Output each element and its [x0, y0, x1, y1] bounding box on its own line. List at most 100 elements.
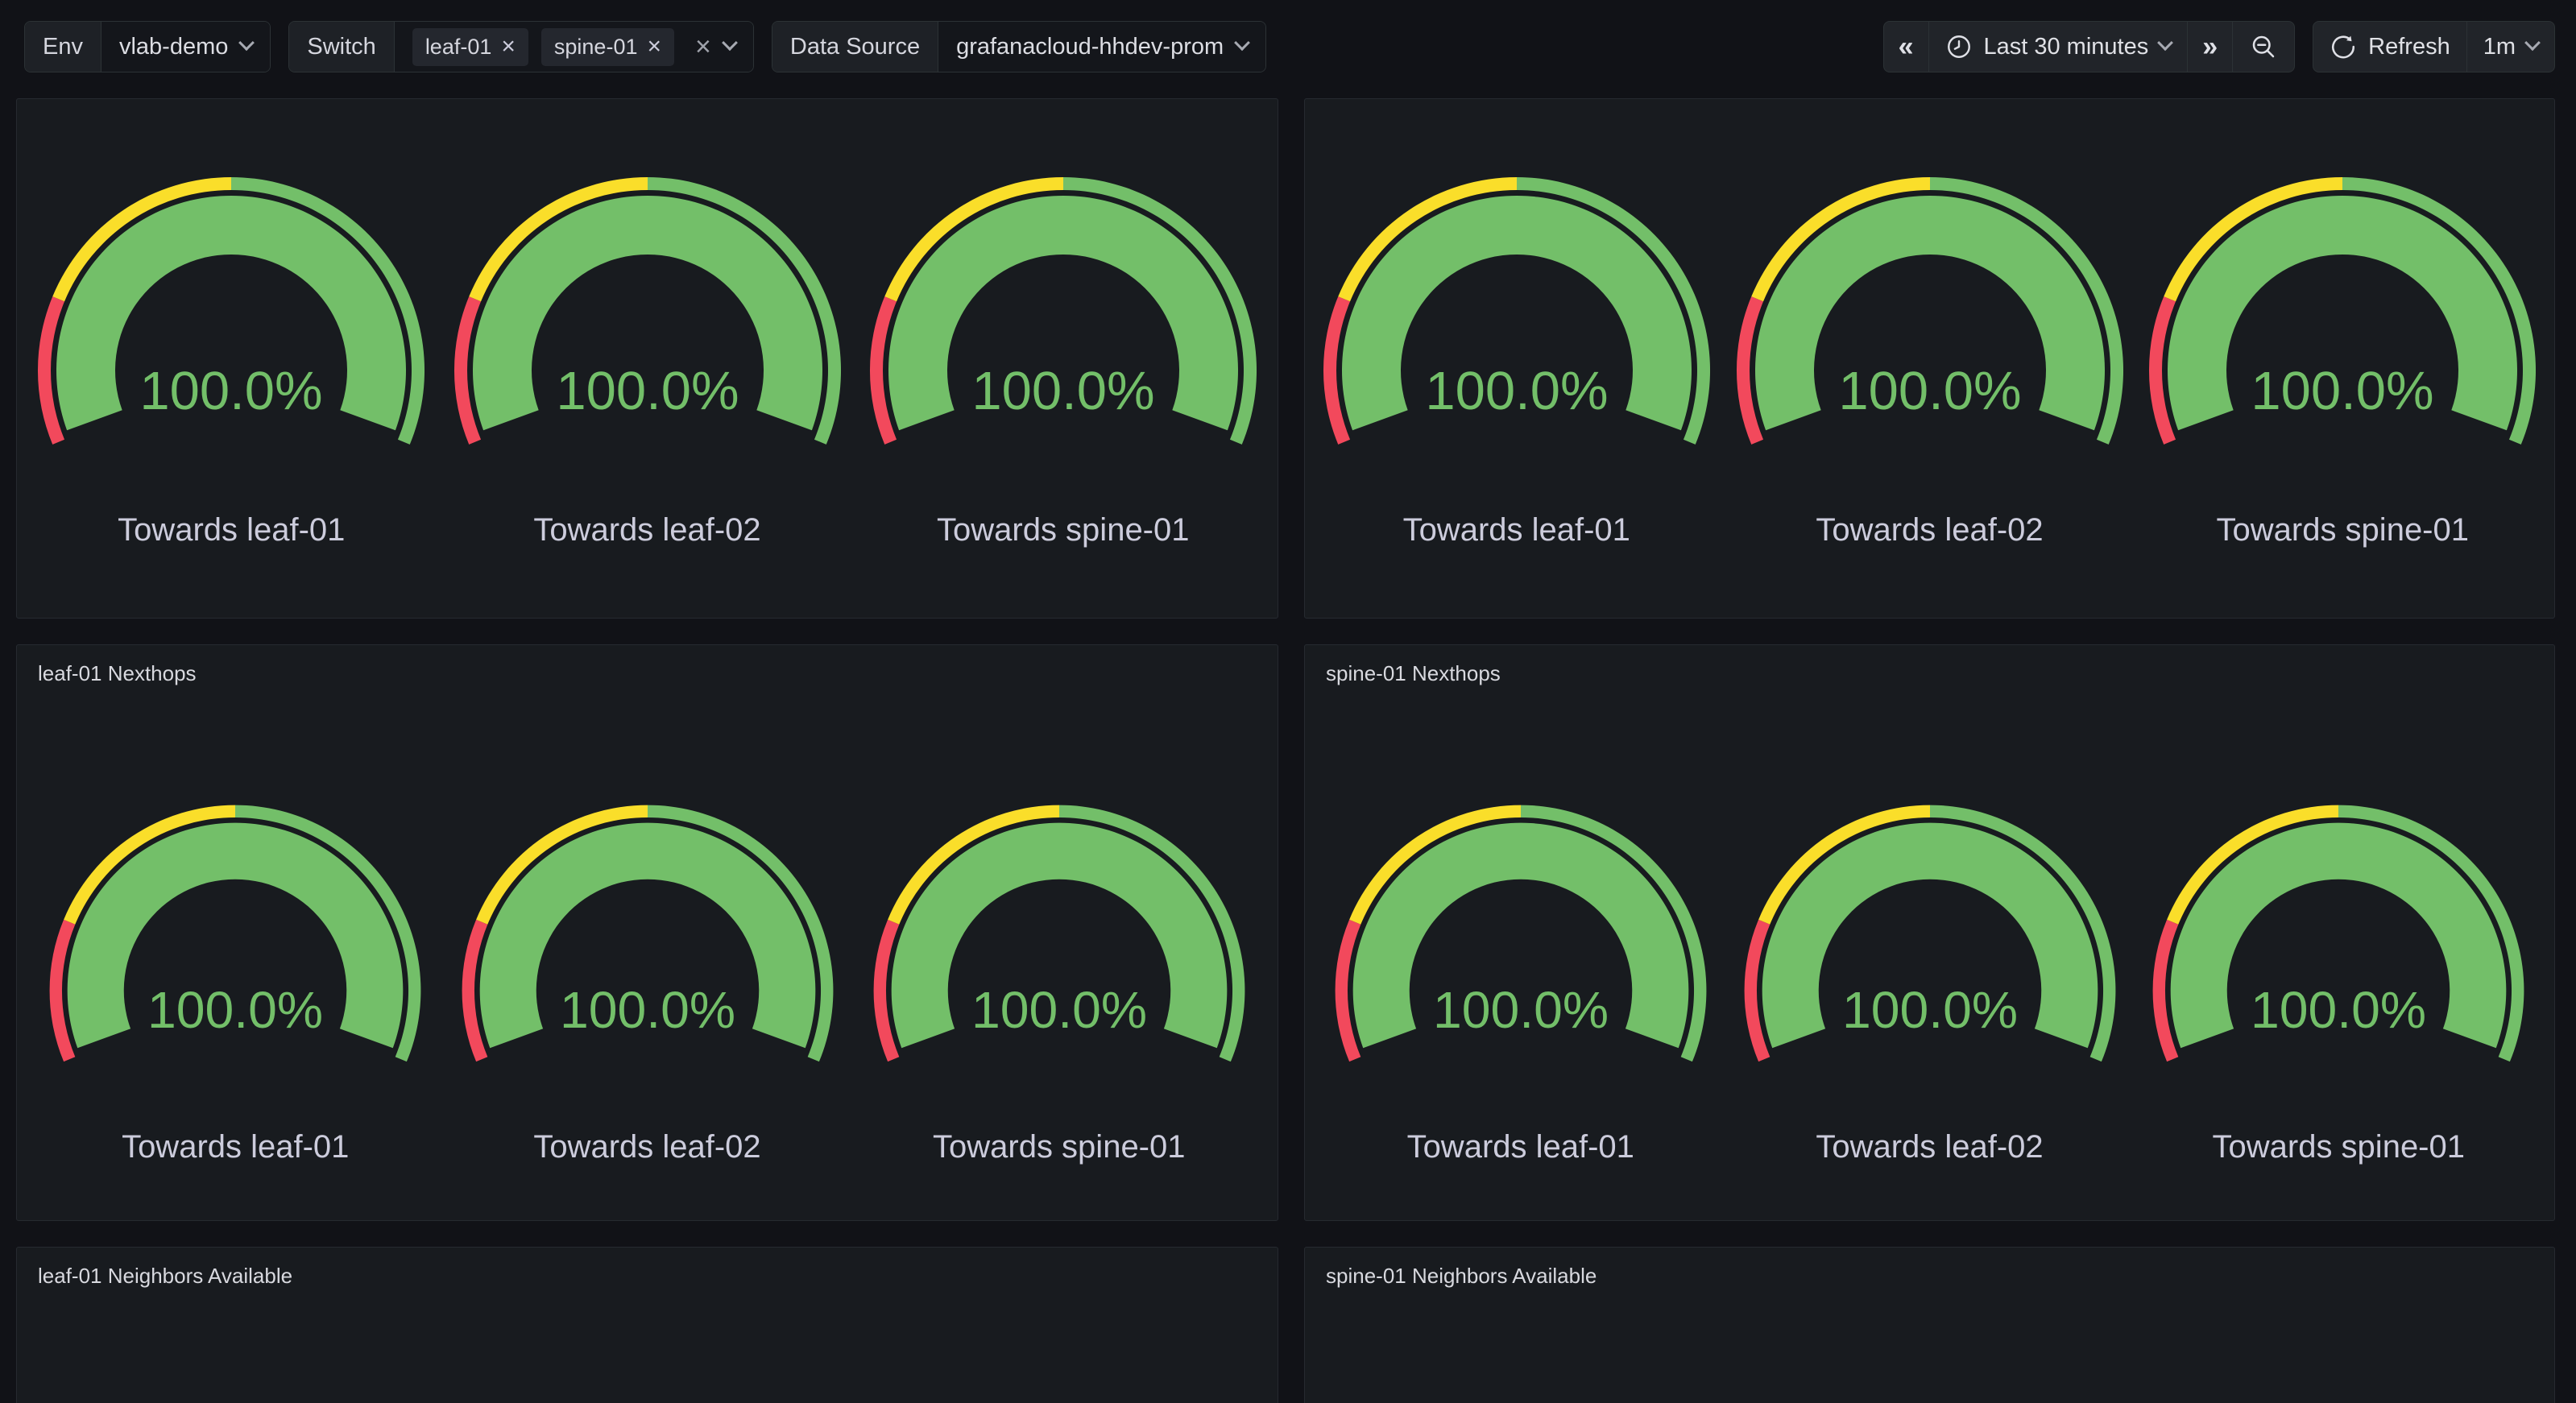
gauge-label: Towards leaf-01	[1407, 1129, 1634, 1165]
zoom-out-icon	[2249, 32, 2278, 61]
switch-tag-spine-01[interactable]: spine-01 ×	[541, 28, 674, 66]
gauge-arc: 100.0%	[1729, 169, 2131, 451]
gauge-label: Towards leaf-02	[1816, 1129, 2043, 1165]
gauge-value: 100.0%	[140, 361, 323, 421]
chevron-down-icon	[722, 35, 738, 51]
refresh-controls: Refresh 1m	[2313, 21, 2555, 72]
gauge: 100.0% Towards leaf-01	[1315, 169, 1718, 548]
remove-tag-icon[interactable]: ×	[647, 35, 661, 59]
chevron-down-icon	[1234, 35, 1250, 51]
datasource-value-dropdown[interactable]: grafanacloud-hhdev-prom	[938, 22, 1265, 72]
chevron-down-icon	[2524, 35, 2541, 51]
remove-tag-icon[interactable]: ×	[501, 35, 516, 59]
panel-title[interactable]: leaf-01 Nexthops	[17, 645, 217, 686]
gauge-label: Towards leaf-01	[122, 1129, 349, 1165]
gauge-value: 100.0%	[2251, 361, 2434, 421]
switch-variable: Switch leaf-01 × spine-01 × ×	[288, 21, 753, 72]
gauge-label: Towards spine-01	[2213, 1129, 2466, 1165]
clock-icon	[1945, 33, 1973, 60]
gauge-value: 100.0%	[559, 981, 735, 1039]
refresh-interval-dropdown[interactable]: 1m	[2466, 22, 2554, 72]
gauge-label: Towards leaf-01	[1403, 512, 1630, 548]
gauge-value: 100.0%	[1433, 981, 1609, 1039]
refresh-interval: 1m	[2483, 34, 2516, 60]
gauge-arc: 100.0%	[446, 169, 849, 451]
switch-label: Switch	[289, 22, 394, 72]
chevron-down-icon	[238, 35, 255, 51]
gauge-arc: 100.0%	[42, 797, 429, 1068]
gauge-label: Towards leaf-01	[118, 512, 345, 548]
datasource-label: Data Source	[772, 22, 938, 72]
panel-r2-left: leaf-01 Nexthops100.0%Towards leaf-01100…	[16, 644, 1278, 1221]
gauge-row: 100.0% Towards leaf-01 100.0% Towards leaf-…	[1305, 742, 2554, 1220]
refresh-button[interactable]: Refresh	[2313, 22, 2466, 72]
panel-r1-left: 100.0% Towards leaf-01 100.0% Towards leaf-…	[16, 98, 1278, 619]
switch-tag-leaf-01[interactable]: leaf-01 ×	[412, 28, 528, 66]
switch-value-dropdown[interactable]: leaf-01 × spine-01 × ×	[395, 22, 753, 72]
gauge: 100.0% Towards spine-01	[2141, 169, 2544, 548]
gauge-label: Towards spine-01	[2217, 512, 2470, 548]
gauge-row: 100.0% Towards leaf-01 100.0% Towards leaf-…	[17, 99, 1278, 618]
datasource-value: grafanacloud-hhdev-prom	[956, 34, 1224, 60]
switch-tag-label: spine-01	[554, 35, 638, 60]
env-variable: Env vlab-demo	[24, 21, 271, 72]
gauge-arc: 100.0%	[2141, 169, 2544, 451]
chevron-down-icon	[2157, 35, 2173, 51]
variable-controls: Env vlab-demo Switch leaf-01 × spine-01 …	[24, 21, 1266, 72]
gauge: 100.0% Towards leaf-02	[1729, 169, 2131, 548]
time-shift-back-button[interactable]: «	[1884, 22, 1928, 72]
gauge-row: 100.0% Towards leaf-01 100.0% Towards leaf-…	[1305, 99, 2554, 618]
clear-all-icon[interactable]: ×	[695, 33, 711, 60]
gauge: 100.0% Towards spine-01	[866, 797, 1253, 1165]
time-and-refresh-controls: « Last 30 minutes »	[1883, 21, 2555, 72]
gauge-arc: 100.0%	[454, 797, 841, 1068]
gauge-value: 100.0%	[556, 361, 739, 421]
gauge: 100.0% Towards spine-01	[862, 169, 1265, 548]
datasource-variable: Data Source grafanacloud-hhdev-prom	[772, 21, 1266, 72]
gauge-value: 100.0%	[1841, 981, 2017, 1039]
gauge-value: 100.0%	[2251, 981, 2426, 1039]
gauge-value: 100.0%	[1838, 361, 2021, 421]
gauge-label: Towards leaf-02	[533, 1129, 760, 1165]
panel-r1-right: 100.0% Towards leaf-01 100.0% Towards leaf-…	[1304, 98, 2555, 619]
time-range-label: Last 30 minutes	[1984, 34, 2149, 60]
gauge-row: 100.0% Towards leaf-01 100.0% Towards leaf-…	[17, 742, 1278, 1220]
gauge-arc: 100.0%	[1315, 169, 1718, 451]
panel-title[interactable]: leaf-01 Neighbors Available	[17, 1248, 313, 1289]
gauge: 100.0% Towards leaf-02	[1737, 797, 2123, 1165]
panel-title[interactable]: spine-01 Nexthops	[1305, 645, 1522, 686]
gauge-arc: 100.0%	[1327, 797, 1714, 1068]
gauge-label: Towards leaf-02	[533, 512, 760, 548]
gauge: 100.0% Towards leaf-01	[42, 797, 429, 1165]
gauge-arc: 100.0%	[866, 797, 1253, 1068]
gauge: 100.0% Towards leaf-02	[454, 797, 841, 1165]
gauge-value: 100.0%	[1425, 361, 1608, 421]
gauge-value: 100.0%	[971, 981, 1147, 1039]
gauge-arc: 100.0%	[862, 169, 1265, 451]
panel-title[interactable]: spine-01 Neighbors Available	[1305, 1248, 1617, 1289]
refresh-icon	[2330, 33, 2357, 60]
panel-r3-left: leaf-01 Neighbors Available	[16, 1247, 1278, 1403]
panel-r3-right: spine-01 Neighbors Available	[1304, 1247, 2555, 1403]
gauge-label: Towards spine-01	[937, 512, 1190, 548]
env-value-dropdown[interactable]: vlab-demo	[101, 22, 270, 72]
env-value: vlab-demo	[119, 34, 228, 60]
gauge-value: 100.0%	[147, 981, 323, 1039]
env-label: Env	[25, 22, 101, 72]
switch-tag-label: leaf-01	[425, 35, 492, 60]
gauge-label: Towards leaf-02	[1816, 512, 2043, 548]
time-range-picker[interactable]: Last 30 minutes	[1928, 22, 2188, 72]
gauge-label: Towards spine-01	[933, 1129, 1186, 1165]
zoom-out-button[interactable]	[2232, 22, 2294, 72]
gauge: 100.0% Towards leaf-01	[30, 169, 433, 548]
gauge-arc: 100.0%	[2145, 797, 2532, 1068]
gauge: 100.0% Towards leaf-01	[1327, 797, 1714, 1165]
variables-toolbar: Env vlab-demo Switch leaf-01 × spine-01 …	[24, 21, 2555, 72]
gauge: 100.0% Towards spine-01	[2145, 797, 2532, 1165]
gauge-value: 100.0%	[971, 361, 1154, 421]
refresh-label: Refresh	[2368, 34, 2450, 60]
gauge-arc: 100.0%	[1737, 797, 2123, 1068]
panel-r2-right: spine-01 Nexthops100.0%Towards leaf-0110…	[1304, 644, 2555, 1221]
gauge: 100.0% Towards leaf-02	[446, 169, 849, 548]
time-shift-forward-button[interactable]: »	[2187, 22, 2232, 72]
